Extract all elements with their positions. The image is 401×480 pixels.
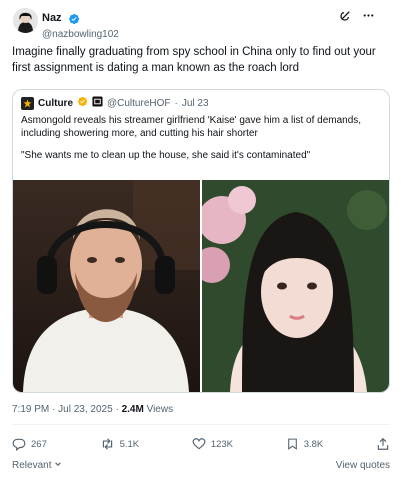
verified-badge-icon bbox=[68, 12, 80, 24]
culture-avatar-icon bbox=[21, 96, 34, 110]
tweet-text: Imagine finally graduating from spy scho… bbox=[12, 46, 376, 74]
quote-text: Asmongold reveals his streamer girlfrien… bbox=[21, 114, 381, 162]
repost-button[interactable]: 5.1K bbox=[100, 437, 140, 451]
streamer-photo[interactable] bbox=[13, 180, 200, 392]
reply-button[interactable]: 267 bbox=[12, 437, 47, 451]
meta-separator: · bbox=[115, 404, 119, 415]
post-time[interactable]: 7:19 PM bbox=[12, 404, 49, 415]
avatar-image bbox=[13, 8, 38, 33]
chevron-down-icon bbox=[54, 460, 62, 471]
girlfriend-photo[interactable] bbox=[202, 180, 389, 392]
header-actions bbox=[339, 9, 375, 22]
gold-badge-icon bbox=[77, 96, 88, 110]
action-bar: 267 5.1K 123K 3.8K bbox=[12, 432, 390, 456]
bookmark-count: 3.8K bbox=[303, 438, 324, 450]
reply-footer: Relevant View quotes bbox=[12, 460, 390, 474]
views-label: Views bbox=[146, 404, 174, 415]
affiliate-badge-icon bbox=[92, 96, 103, 110]
sort-label: Relevant bbox=[12, 460, 52, 471]
repost-count: 5.1K bbox=[119, 438, 140, 450]
bookmark-button[interactable]: 3.8K bbox=[286, 437, 324, 451]
post-meta: 7:19 PM · Jul 23, 2025 · 2.4M Views bbox=[12, 404, 173, 415]
author-handle[interactable]: @nazbowling102 bbox=[42, 29, 119, 40]
tweet-card: Naz @nazbowling102 Imagine finally gradu… bbox=[0, 0, 401, 480]
views-count: 2.4M bbox=[121, 404, 144, 415]
reply-count: 267 bbox=[31, 438, 47, 450]
more-icon[interactable] bbox=[362, 9, 375, 22]
quote-date: Jul 23 bbox=[181, 97, 209, 109]
like-count: 123K bbox=[210, 438, 233, 450]
meta-separator: · bbox=[52, 404, 56, 415]
quote-media bbox=[13, 180, 389, 392]
quote-meta-separator: · bbox=[174, 97, 178, 109]
quote-handle: @CultureHOF bbox=[107, 97, 171, 109]
reply-icon bbox=[12, 437, 26, 451]
author-names: Naz @nazbowling102 bbox=[42, 9, 119, 40]
sort-replies-dropdown[interactable]: Relevant bbox=[12, 460, 62, 471]
like-button[interactable]: 123K bbox=[192, 437, 233, 451]
repost-icon bbox=[100, 437, 115, 451]
post-date[interactable]: Jul 23, 2025 bbox=[58, 404, 113, 415]
like-icon bbox=[192, 437, 206, 451]
quoted-tweet[interactable]: Culture @CultureHOF · Jul 23 Asmongold r… bbox=[12, 89, 390, 393]
author-display-name[interactable]: Naz bbox=[42, 12, 62, 24]
tweet-header: Naz @nazbowling102 bbox=[0, 6, 381, 40]
view-quotes-link[interactable]: View quotes bbox=[336, 460, 390, 471]
author-avatar[interactable] bbox=[13, 8, 38, 33]
bookmark-icon bbox=[286, 437, 299, 451]
share-button[interactable] bbox=[376, 437, 390, 451]
quote-author-name: Culture bbox=[38, 97, 73, 109]
quote-paragraph: "She wants me to clean up the house, she… bbox=[21, 150, 311, 161]
quote-paragraph: Asmongold reveals his streamer girlfrien… bbox=[21, 115, 362, 139]
share-icon bbox=[376, 437, 390, 451]
quote-header: Culture @CultureHOF · Jul 23 bbox=[21, 96, 209, 110]
grok-icon[interactable] bbox=[339, 9, 352, 22]
divider bbox=[12, 424, 390, 425]
